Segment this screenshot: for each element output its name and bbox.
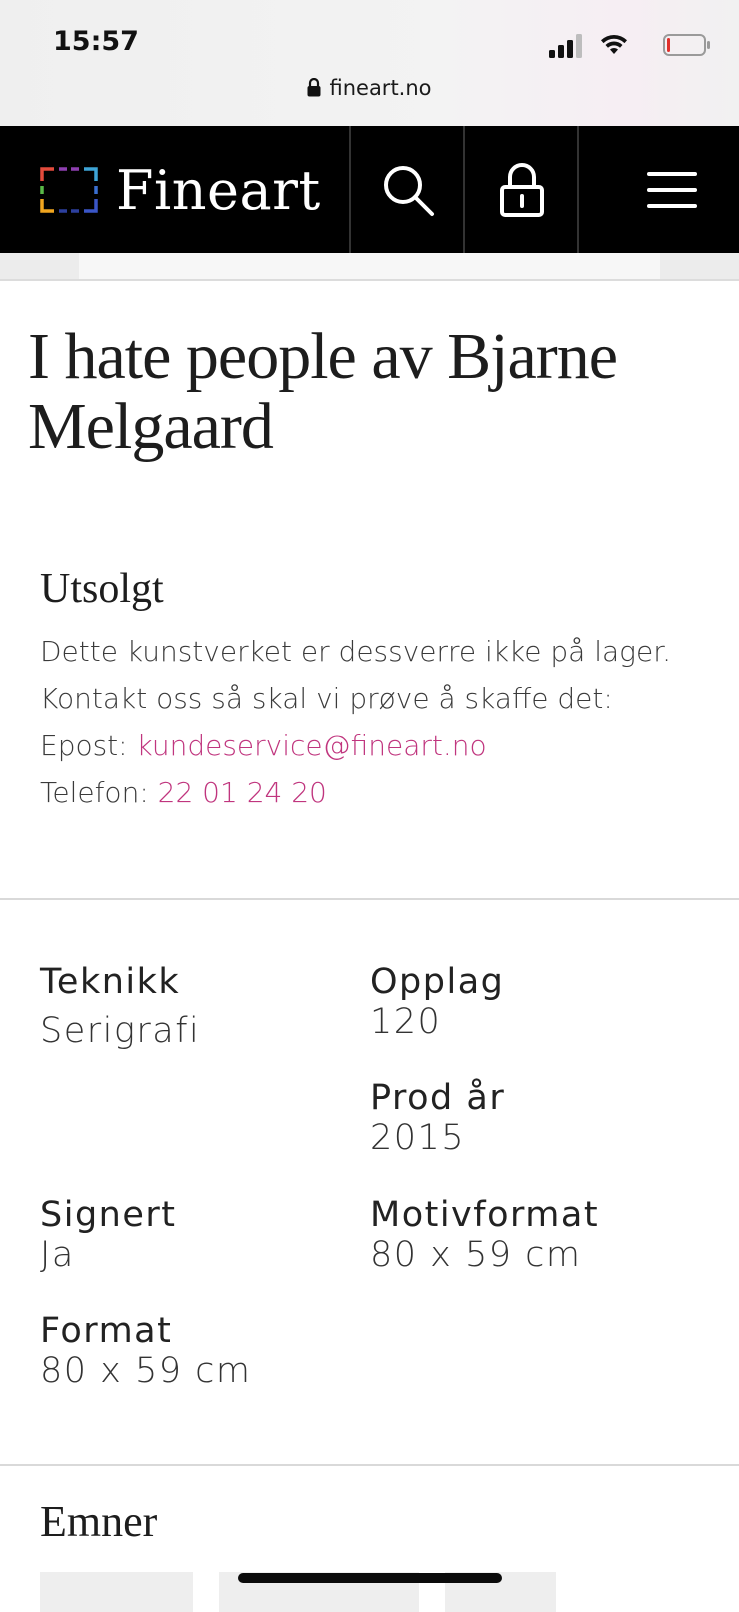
spec-label: Motivformat <box>370 1195 600 1235</box>
spec-label: Teknikk <box>40 962 181 1002</box>
site-header: Fineart <box>0 126 739 253</box>
topic-tag[interactable] <box>40 1572 193 1612</box>
phone-row: Telefon: 22 01 24 20 <box>40 769 671 816</box>
spec-label: Signert <box>40 1195 177 1235</box>
spec-value: 80 x 59 cm <box>40 1351 252 1391</box>
status-time: 15:57 <box>53 26 139 57</box>
sold-out-line-1: Dette kunstverket er dessverre ikke på l… <box>40 635 672 668</box>
spec-value: Ja <box>40 1235 75 1275</box>
spec-teknikk: Teknikk Serigrafi <box>40 962 200 1051</box>
search-icon <box>383 165 434 216</box>
subnav-shade-left <box>0 253 79 279</box>
page-title: I hate people av Bjarne Melgaard <box>28 320 618 463</box>
spec-value: 2015 <box>370 1118 466 1158</box>
logo[interactable]: Fineart <box>40 158 321 222</box>
hamburger-menu-icon <box>647 171 697 208</box>
email-link[interactable]: kundeservice@fineart.no <box>137 729 487 762</box>
spec-value: 120 <box>370 1002 442 1042</box>
sold-out-heading: Utsolgt <box>40 566 164 612</box>
wifi-icon <box>601 34 627 54</box>
status-bar: 15:57 fineart.no <box>0 0 739 126</box>
spec-opplag: Opplag 120 <box>370 962 504 1042</box>
logo-text: Fineart <box>116 158 321 222</box>
spec-label: Opplag <box>370 962 505 1002</box>
battery-icon <box>663 34 710 56</box>
address-bar[interactable]: fineart.no <box>0 76 739 100</box>
login-button[interactable] <box>463 126 578 253</box>
spec-format: Format 80 x 59 cm <box>40 1311 252 1391</box>
email-label: Epost: <box>40 729 137 762</box>
lock-icon <box>499 162 544 217</box>
sold-out-line-2: Kontakt oss så skal vi prøve å skaffe de… <box>40 682 613 715</box>
spec-signert: Signert Ja <box>40 1195 177 1275</box>
phone-label: Telefon: <box>40 776 158 809</box>
home-indicator[interactable] <box>238 1573 502 1583</box>
spec-prod-ar: Prod år 2015 <box>370 1078 505 1158</box>
divider <box>0 898 739 900</box>
spec-value: 80 x 59 cm <box>370 1235 582 1275</box>
url-text: fineart.no <box>329 76 432 100</box>
phone-link[interactable]: 22 01 24 20 <box>158 776 327 809</box>
menu-button[interactable] <box>577 126 739 253</box>
spec-value: Serigrafi <box>40 1011 201 1051</box>
topics-heading: Emner <box>40 1497 158 1546</box>
spec-label: Format <box>40 1311 173 1351</box>
search-button[interactable] <box>349 126 464 253</box>
sold-out-message: Dette kunstverket er dessverre ikke på l… <box>40 628 671 816</box>
lock-icon <box>307 78 321 97</box>
subnav-bar <box>0 253 739 281</box>
logo-mark-icon <box>40 167 98 213</box>
divider <box>0 1464 739 1466</box>
system-icons <box>541 32 711 58</box>
email-row: Epost: kundeservice@fineart.no <box>40 722 671 769</box>
spec-motivformat: Motivformat 80 x 59 cm <box>370 1195 599 1275</box>
signal-icon <box>549 34 582 58</box>
spec-label: Prod år <box>370 1078 506 1118</box>
subnav-shade-right <box>660 253 739 279</box>
